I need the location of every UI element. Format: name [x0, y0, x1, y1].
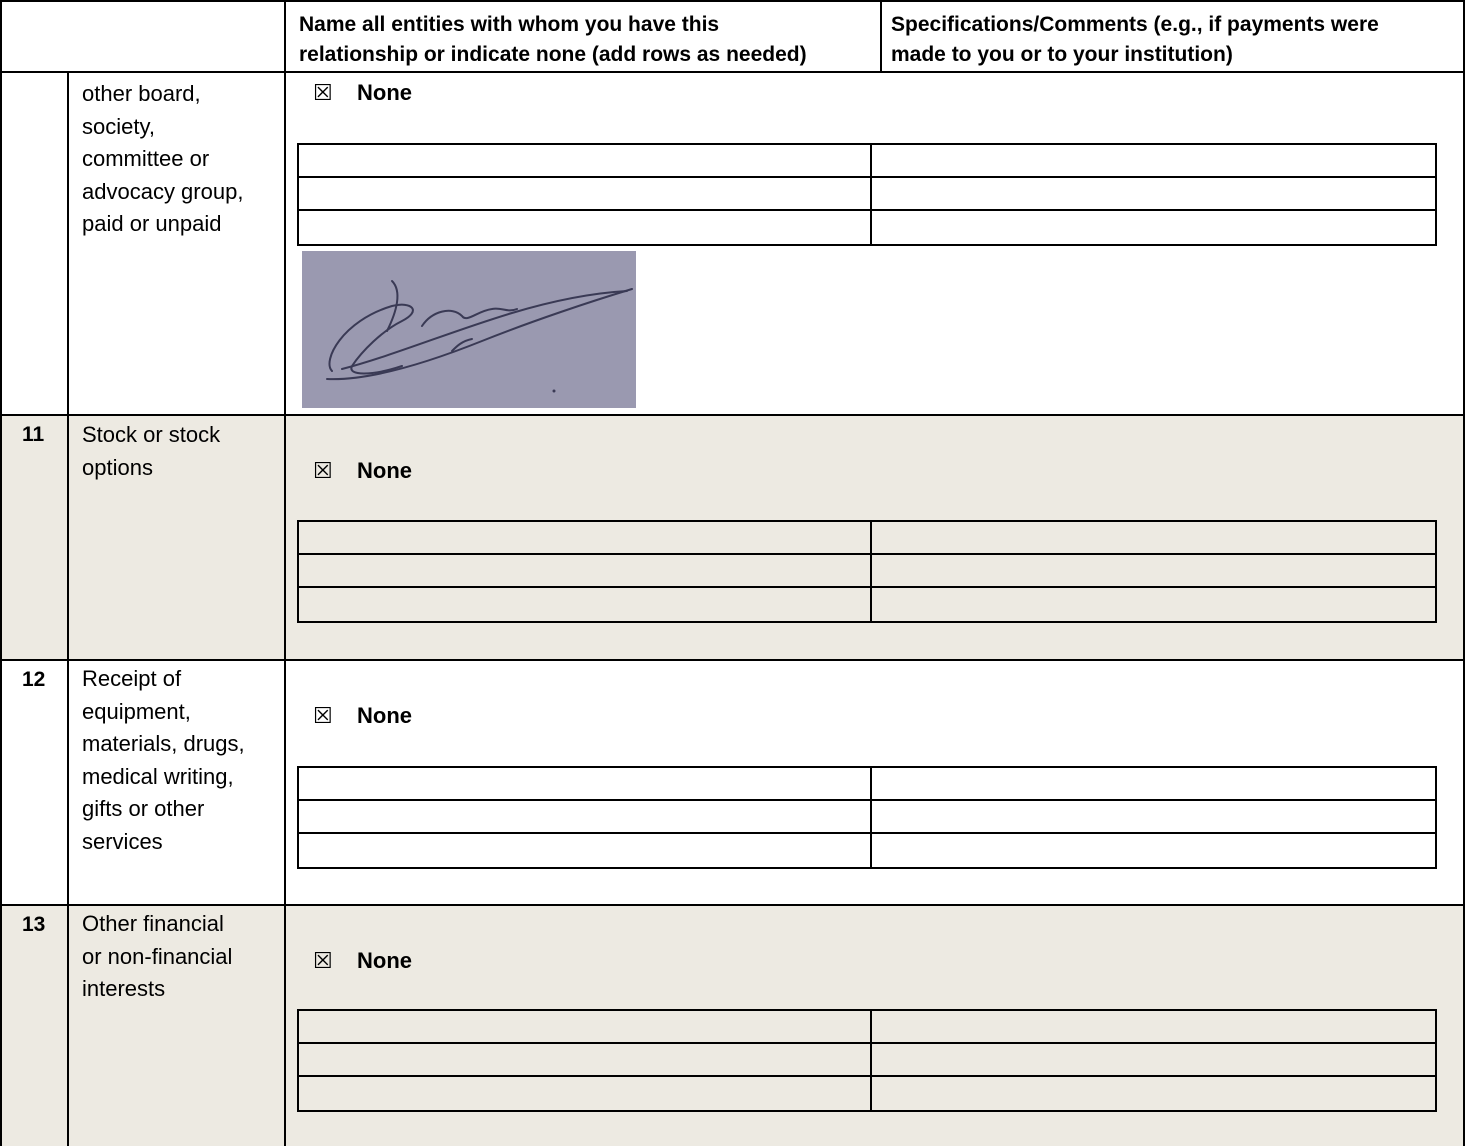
- specification-field[interactable]: [872, 834, 1435, 867]
- entity-entry-table: [297, 1009, 1437, 1112]
- label-line: other board,: [82, 81, 201, 106]
- entity-name-field[interactable]: [299, 1044, 872, 1075]
- label-line: society,: [82, 113, 155, 139]
- entity-name-field[interactable]: [299, 211, 872, 244]
- entry-row: [299, 211, 1435, 244]
- checked-checkbox-icon[interactable]: ☒: [313, 948, 333, 974]
- entity-name-field[interactable]: [299, 1011, 872, 1042]
- entry-row: [299, 178, 1435, 211]
- row-label: Stock or stock options: [82, 419, 272, 484]
- none-option[interactable]: ☒ None: [313, 80, 412, 106]
- entry-row: [299, 555, 1435, 588]
- entry-row: [299, 1077, 1435, 1110]
- label-line: Receipt of: [82, 666, 182, 691]
- entry-row: [299, 588, 1435, 621]
- entity-name-field[interactable]: [299, 145, 872, 176]
- entity-name-field[interactable]: [299, 1077, 872, 1110]
- entry-row: [299, 1044, 1435, 1077]
- specification-field[interactable]: [872, 211, 1435, 244]
- none-label: None: [357, 948, 412, 973]
- entity-name-field[interactable]: [299, 768, 872, 799]
- entity-name-field[interactable]: [299, 801, 872, 832]
- handwritten-signature-icon: [326, 280, 633, 393]
- label-line: Other financial: [82, 911, 224, 936]
- specification-field[interactable]: [872, 178, 1435, 209]
- grid-line: [67, 71, 69, 1146]
- checked-checkbox-icon[interactable]: ☒: [313, 703, 333, 729]
- row-receipt-of-equipment: 12 Receipt of equipment, materials, drug…: [0, 660, 1465, 905]
- none-option[interactable]: ☒ None: [313, 458, 412, 484]
- entry-row: [299, 801, 1435, 834]
- row-label: Receipt of equipment, materials, drugs, …: [82, 663, 272, 858]
- specification-field[interactable]: [872, 1011, 1435, 1042]
- label-line: paid or unpaid: [82, 211, 222, 236]
- entity-entry-table: [297, 520, 1437, 623]
- grid-line: [0, 0, 1465, 2]
- label-line: materials, drugs,: [82, 731, 245, 756]
- entity-name-field[interactable]: [299, 555, 872, 586]
- row-other-board: other board, society, committee or advoc…: [0, 72, 1465, 415]
- none-label: None: [357, 80, 412, 105]
- none-option[interactable]: ☒ None: [313, 948, 412, 974]
- specification-field[interactable]: [872, 145, 1435, 176]
- signature-image: [302, 251, 636, 408]
- row-number: 13: [22, 913, 46, 936]
- grid-line: [0, 0, 2, 1146]
- label-line: options: [82, 454, 153, 480]
- entity-entry-table: [297, 143, 1437, 246]
- disclosure-table: Name all entities with whom you have thi…: [0, 0, 1465, 1146]
- label-line: Stock or stock: [82, 422, 221, 447]
- entity-name-field[interactable]: [299, 588, 872, 621]
- specification-field[interactable]: [872, 768, 1435, 799]
- grid-line: [0, 904, 1465, 906]
- specification-field[interactable]: [872, 801, 1435, 832]
- row-other-interests: 13 Other financial or non-financial inte…: [0, 905, 1465, 1146]
- entity-name-field[interactable]: [299, 178, 872, 209]
- header-entities-line2: relationship or indicate none (add rows …: [299, 43, 807, 66]
- label-line: or non-financial: [82, 943, 233, 969]
- label-line: committee or: [82, 146, 210, 171]
- header-entities: Name all entities with whom you have thi…: [299, 10, 879, 70]
- entry-row: [299, 768, 1435, 801]
- label-line: services: [82, 828, 163, 854]
- grid-line: [0, 414, 1465, 416]
- label-line: gifts or other: [82, 796, 205, 821]
- header-specs-line2: made to you or to your institution): [891, 43, 1233, 66]
- entry-row: [299, 1011, 1435, 1044]
- entity-entry-table: [297, 766, 1437, 869]
- specification-field[interactable]: [872, 1077, 1435, 1110]
- row-stock: 11 Stock or stock options ☒ None: [0, 415, 1465, 660]
- specification-field[interactable]: [872, 1044, 1435, 1075]
- entry-row: [299, 145, 1435, 178]
- entry-row: [299, 522, 1435, 555]
- row-label: other board, society, committee or advoc…: [82, 78, 272, 241]
- label-line: interests: [82, 976, 166, 1001]
- row-label: Other financial or non-financial interes…: [82, 908, 272, 1006]
- header-row: Name all entities with whom you have thi…: [0, 0, 1465, 72]
- grid-line: [284, 0, 286, 1146]
- grid-line: [880, 0, 882, 72]
- label-line: equipment,: [82, 698, 191, 724]
- none-label: None: [357, 703, 412, 728]
- checked-checkbox-icon[interactable]: ☒: [313, 458, 333, 484]
- entry-row: [299, 834, 1435, 867]
- row-number: 12: [22, 668, 46, 691]
- none-label: None: [357, 458, 412, 483]
- specification-field[interactable]: [872, 555, 1435, 586]
- header-specs-line1: Specifications/Comments (e.g., if paymen…: [891, 13, 1379, 36]
- grid-line: [0, 659, 1465, 661]
- specification-field[interactable]: [872, 522, 1435, 553]
- header-specifications: Specifications/Comments (e.g., if paymen…: [891, 10, 1451, 70]
- specification-field[interactable]: [872, 588, 1435, 621]
- grid-line: [0, 71, 1465, 73]
- header-entities-line1: Name all entities with whom you have thi…: [299, 13, 720, 36]
- checked-checkbox-icon[interactable]: ☒: [313, 80, 333, 106]
- row-number: 11: [22, 423, 45, 446]
- entity-name-field[interactable]: [299, 834, 872, 867]
- entity-name-field[interactable]: [299, 522, 872, 553]
- label-line: medical writing,: [82, 763, 234, 789]
- label-line: advocacy group,: [82, 178, 244, 204]
- none-option[interactable]: ☒ None: [313, 703, 412, 729]
